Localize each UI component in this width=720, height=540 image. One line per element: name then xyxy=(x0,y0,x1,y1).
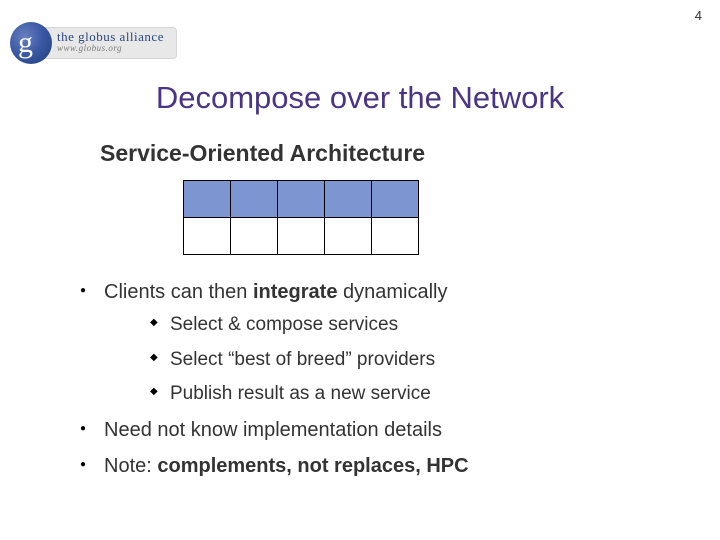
body-content: Clients can then integrate dynamically S… xyxy=(80,278,690,488)
logo-sub-text: www.globus.org xyxy=(57,44,164,54)
bullet-text-pre: Clients can then xyxy=(104,281,253,303)
logo: g the globus alliance www.globus.org xyxy=(10,22,177,64)
subbullet-best-of-breed: Select “best of breed” providers xyxy=(104,347,690,374)
bullet-note-strong: complements, not replaces, HPC xyxy=(157,455,468,477)
subbullet-select-compose: Select & compose services xyxy=(104,312,690,339)
globus-logo-icon: g xyxy=(10,22,52,64)
bullet-integrate: Clients can then integrate dynamically S… xyxy=(80,278,690,408)
bullet-implementation: Need not know implementation details xyxy=(80,416,690,444)
bullet-text-post: dynamically xyxy=(337,281,447,303)
bullet-text-strong: integrate xyxy=(253,281,337,303)
architecture-grid xyxy=(183,180,419,255)
subbullet-publish: Publish result as a new service xyxy=(104,381,690,408)
bullet-note-pre: Note: xyxy=(104,455,157,477)
logo-letter: g xyxy=(18,26,33,60)
page-number: 4 xyxy=(695,8,702,23)
bullet-note: Note: complements, not replaces, HPC xyxy=(80,452,690,480)
logo-main-text: the globus alliance xyxy=(57,30,164,44)
slide-subtitle: Service-Oriented Architecture xyxy=(100,140,425,167)
slide-title: Decompose over the Network xyxy=(0,80,720,116)
